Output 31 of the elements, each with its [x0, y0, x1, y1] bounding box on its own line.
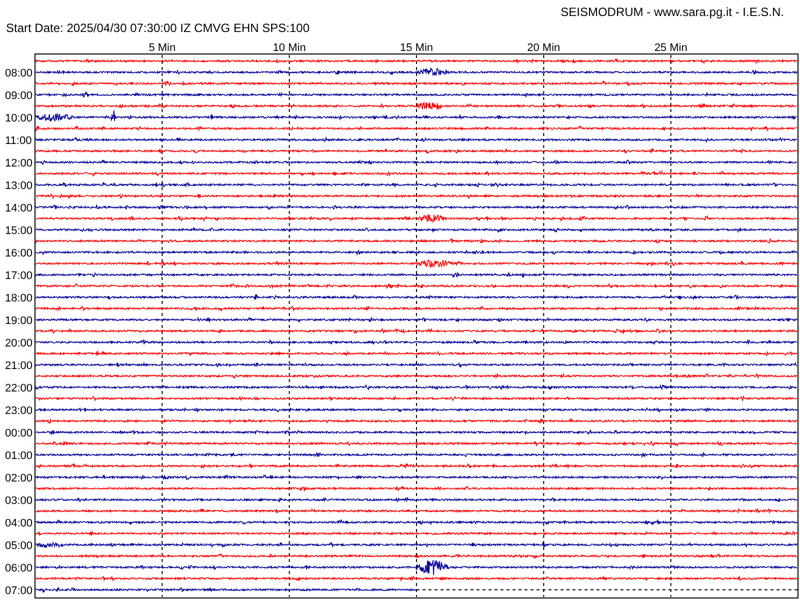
site-title: SEISMODRUM - www.sara.pg.it - I.E.S.N.	[560, 4, 785, 20]
hour-label: 14:00	[5, 202, 33, 214]
start-date: Start Date: 2025/04/30 07:30:00 IZ CMVG EHN SPS:100	[5, 20, 310, 36]
minute-label: 10 Min	[272, 42, 306, 54]
hour-label: 17:00	[5, 270, 33, 282]
hour-label: 00:00	[5, 427, 33, 440]
minute-label: 5 Min	[148, 42, 176, 54]
minute-label: 15 Min	[400, 42, 434, 54]
hour-label: 21:00	[5, 360, 33, 372]
hour-label: 22:00	[5, 382, 33, 394]
minute-label: 20 Min	[527, 42, 560, 54]
hour-label: 09:00	[5, 90, 33, 102]
hour-label: 04:00	[5, 517, 33, 530]
hour-label: 15:00	[5, 224, 33, 237]
minute-label: 25 Min	[654, 42, 688, 54]
hour-label: 02:00	[5, 472, 33, 484]
hour-label: 20:00	[5, 337, 33, 350]
hour-label: 08:00	[5, 67, 33, 80]
hour-label: 10:00	[5, 112, 33, 124]
hour-label: 16:00	[5, 247, 33, 260]
hour-label: 05:00	[5, 540, 33, 552]
hour-label: 07:00	[5, 584, 33, 597]
hour-label: 19:00	[5, 314, 33, 327]
hour-label: 23:00	[5, 404, 33, 417]
hour-label: 06:00	[5, 562, 33, 574]
hour-label: 03:00	[5, 494, 33, 507]
hour-label: 12:00	[5, 157, 33, 170]
hour-label: 11:00	[5, 134, 32, 147]
hour-label: 13:00	[5, 180, 33, 192]
hour-label: 01:00	[5, 450, 33, 462]
hour-label: 18:00	[5, 292, 33, 304]
